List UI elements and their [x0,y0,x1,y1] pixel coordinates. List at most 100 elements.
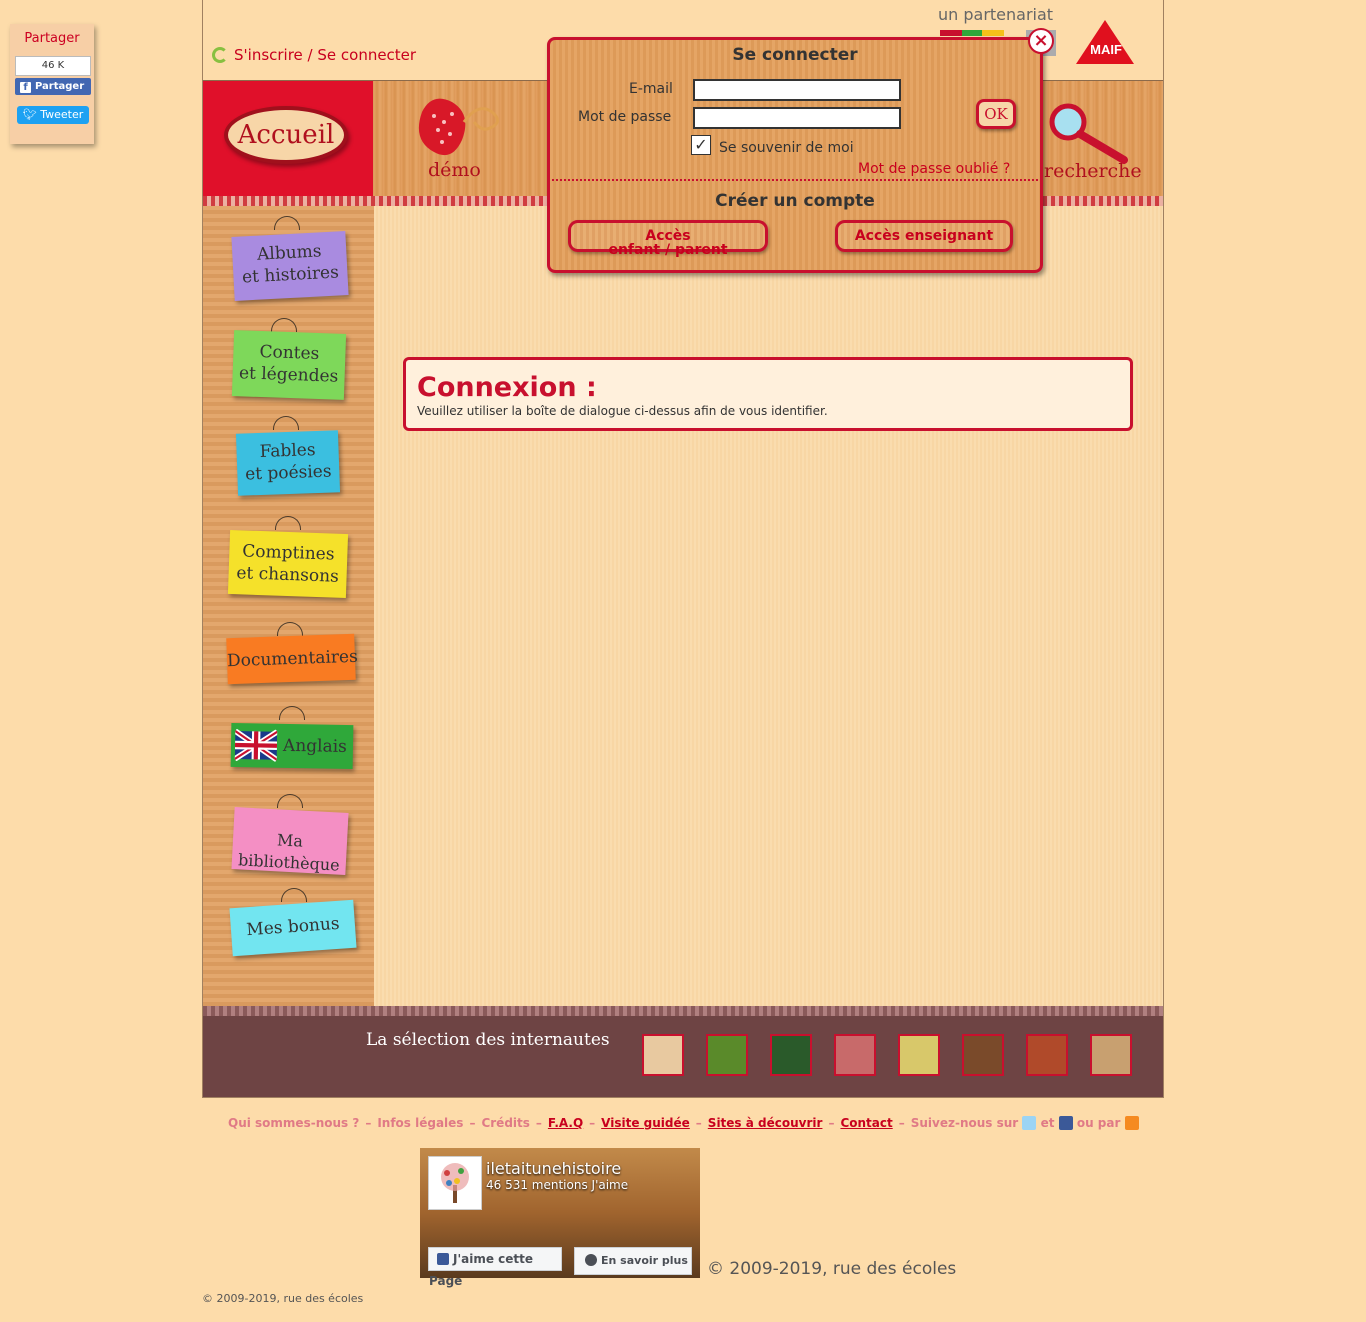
twitter-icon[interactable] [1022,1116,1037,1130]
email-field[interactable] [693,79,901,101]
learn-more-button[interactable]: En savoir plus [574,1247,692,1275]
sidebar-item-fables[interactable]: Fables et poésies [235,430,341,496]
sidebar-item-bonus[interactable]: Mes bonus [229,899,357,957]
page-title: Connexion : [417,372,597,403]
footer-link-about[interactable]: Qui sommes-nous ? [228,1116,359,1130]
child-access-sublabel: enfant / parent [608,242,728,258]
facebook-share-count: 46 K [15,56,91,76]
note-string [279,706,305,720]
note-string [281,888,307,902]
accueil-button[interactable]: Accueil [224,106,348,164]
link-separator: – [589,1116,596,1130]
maif-logo[interactable]: MAIF [1076,20,1134,64]
connexion-message: Veuillez utiliser la boîte de dialogue c… [417,404,828,418]
page-likes: 46 531 mentions J'aime [486,1178,629,1192]
selection-thumbnail[interactable] [642,1034,684,1076]
ok-button[interactable]: OK [976,99,1016,129]
link-separator: – [535,1116,542,1130]
note-string [271,318,297,332]
note-string [274,216,300,230]
magnifier-icon[interactable] [1046,100,1128,164]
link-separator: – [365,1116,372,1130]
sidebar-item-contes[interactable]: Contes et légendes [231,330,347,400]
twitter-icon: 🐦︎ [22,108,41,121]
selection-thumbnail[interactable] [898,1034,940,1076]
strawberry-icon[interactable] [412,92,504,162]
remember-label: Se souvenir de moi [719,140,854,156]
sidebar-item-comptines[interactable]: Comptines et chansons [227,529,349,599]
sidebar-item-label: Ma bibliothèque [237,830,341,875]
popup-divider [552,179,1038,181]
link-separator: – [898,1116,905,1130]
footer-link-contact[interactable]: Contact [840,1116,892,1130]
footer-link-faq[interactable]: F.A.Q [548,1116,583,1130]
demo-link[interactable]: démo [428,159,481,181]
footer-links: Qui sommes-nous ? – Infos légales – Crédits –… [228,1116,1139,1130]
search-link[interactable]: recherche [1044,160,1142,182]
teacher-access-button[interactable]: Accès enseignant [835,220,1013,252]
create-account-title: Créer un compte [715,191,875,211]
sidebar-item-sublabel: et poésies [244,461,332,485]
tweet-label: Tweeter [40,108,84,121]
email-label: E-mail [629,81,673,97]
note-string [273,416,299,430]
facebook-share-label: Partager [35,81,85,92]
share-box: Partager 46 K f Partager 🐦︎ Tweeter [10,24,94,144]
sidebar-item-documentaires[interactable]: Documentaires [226,633,358,685]
sidebar-item-label: Mes bonus [245,913,341,941]
facebook-icon[interactable] [1058,1116,1073,1130]
uk-flag-icon [234,729,278,762]
sidebar-item-albums[interactable]: Albums et histoires [231,231,349,301]
selection-thumbnail[interactable] [1026,1034,1068,1076]
tweet-button[interactable]: 🐦︎ Tweeter [17,106,89,124]
link-separator: – [828,1116,835,1130]
copyright-small: © 2009-2019, rue des écoles [202,1292,364,1305]
sidebar-item-label: Anglais [282,735,348,757]
link-separator: – [469,1116,476,1130]
page-avatar[interactable] [428,1156,482,1210]
facebook-icon [437,1253,449,1265]
selection-thumbnail[interactable] [834,1034,876,1076]
sidebar-item-bibliotheque[interactable]: Ma bibliothèque [231,807,349,875]
tree-icon [441,1163,469,1203]
maif-logo-text: MAIF [1090,42,1122,57]
selection-thumbnail[interactable] [962,1034,1004,1076]
sidebar: Albums et histoires Contes et légendes F… [203,206,374,1006]
selection-label: La sélection des internautes [366,1030,610,1050]
selection-stitch-divider [203,1006,1163,1016]
content-area [374,206,1163,1006]
password-field[interactable] [693,107,901,129]
password-label: Mot de passe [578,109,672,125]
login-popup: × Se connecter E-mail Mot de passe OK ✓ … [547,28,1054,273]
learn-more-label: En savoir plus [601,1254,688,1267]
connexion-box: Connexion : Veuillez utiliser la boîte d… [403,357,1133,431]
share-title: Partager [24,31,80,46]
rss-icon[interactable] [1124,1116,1139,1130]
page-name[interactable]: iletaitunehistoire [486,1159,621,1178]
signup-login-link[interactable]: S'inscrire / Se connecter [212,46,416,64]
selection-thumbnail[interactable] [770,1034,812,1076]
facebook-icon: f [20,82,31,93]
login-title: Se connecter [732,45,858,65]
sidebar-item-sublabel: et histoires [241,262,340,288]
remember-checkbox[interactable]: ✓ [691,135,711,155]
facebook-share-button[interactable]: f Partager [15,78,91,95]
sidebar-item-anglais[interactable]: Anglais [230,722,354,770]
facebook-page-widget: iletaitunehistoire 46 531 mentions J'aim… [420,1148,700,1288]
footer-link-credits[interactable]: Crédits [481,1116,529,1130]
footer-link-legal[interactable]: Infos légales [377,1116,463,1130]
link-separator: – [695,1116,702,1130]
note-string [277,622,303,636]
footer-link-sites[interactable]: Sites à découvrir [708,1116,823,1130]
footer-link-tour[interactable]: Visite guidée [601,1116,690,1130]
note-string [275,516,301,530]
follow-label: Suivez-nous sur [910,1116,1019,1130]
signup-login-label: S'inscrire / Se connecter [234,46,417,64]
child-access-button[interactable]: Accès enfant / parent [568,220,768,257]
note-string [277,794,303,808]
selection-thumbnail[interactable] [706,1034,748,1076]
sidebar-item-sublabel: et chansons [236,563,340,587]
like-page-button[interactable]: J'aime cette Page [428,1247,562,1288]
selection-thumbnail[interactable] [1090,1034,1132,1076]
forgot-password-link[interactable]: Mot de passe oublié ? [858,161,1010,177]
